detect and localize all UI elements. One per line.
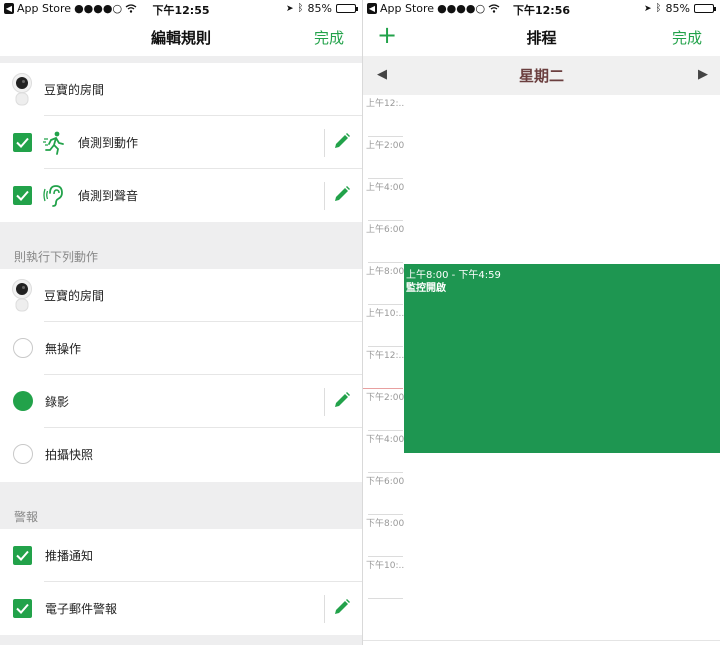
schedule-event[interactable]: 上午8:00 - 下午4:59 監控開啟 [404,264,720,453]
hour-label: 下午12:.. [366,351,405,361]
hour-line [368,220,403,221]
motion-running-icon [43,131,64,155]
location-icon: ➤ [644,3,652,14]
done-button[interactable]: 完成 [672,27,702,48]
option-record-row[interactable]: 錄影 [0,375,362,428]
push-notification-row[interactable]: 推播通知 [0,529,362,582]
status-bar: ◀ App Store ●●●●○ 下午12:55 ➤ ᛒ 85% [0,0,362,18]
hour-line [368,514,403,515]
hour-line [368,304,403,305]
divider [324,182,325,210]
hour-label: 下午10:.. [366,561,405,571]
event-name: 監控開啟 [406,283,446,294]
hour-line [368,346,403,347]
hour-label: 下午8:00 [366,519,405,529]
actions-section-title: 則執行下列動作 [14,250,99,264]
trigger-sound-row[interactable]: 偵測到聲音 [0,169,362,222]
pencil-icon[interactable] [332,597,352,617]
option-snapshot-row[interactable]: 拍攝快照 [0,428,362,481]
push-notification-label: 推播通知 [45,549,94,563]
current-time-line [363,388,403,389]
pencil-icon[interactable] [332,390,352,410]
hour-label: 上午10:.. [366,309,405,319]
hour-line [368,178,403,179]
email-alert-checkbox[interactable] [13,599,32,618]
section-header: 警報 [0,482,362,529]
edit-rule-screen: ◀ App Store ●●●●○ 下午12:55 ➤ ᛒ 85% 編輯規則 完… [0,0,362,645]
navigation-bar: + 排程 完成 [363,18,720,56]
action-device-name: 豆寶的房間 [44,289,105,303]
done-button[interactable]: 完成 [314,27,344,48]
battery-icon [336,4,358,13]
section-spacer [0,56,362,63]
hour-label: 上午2:00 [366,141,405,151]
option-no-action-row[interactable]: 無操作 [0,322,362,375]
checkmark-icon [16,603,29,614]
divider [324,595,325,623]
hour-label: 上午4:00 [366,183,405,193]
hour-label: 下午4:00 [366,435,405,445]
hour-line [368,472,403,473]
section-spacer [0,635,362,645]
snapshot-label: 拍攝快照 [45,448,94,462]
hour-line [368,430,403,431]
hour-label: 上午12:.. [366,99,405,109]
record-radio[interactable] [13,391,33,411]
hour-label: 下午2:00 [366,393,405,403]
sound-label: 偵測到聲音 [78,189,139,203]
divider [363,640,720,641]
divider [324,129,325,157]
battery-percent: 85% [307,2,332,15]
email-alert-label: 電子郵件警報 [45,602,118,616]
no-action-radio[interactable] [13,338,33,358]
page-title: 編輯規則 [150,29,211,47]
trigger-motion-row[interactable]: 偵測到動作 [0,116,362,169]
bluetooth-icon: ᛒ [655,3,662,14]
motion-label: 偵測到動作 [78,136,139,150]
sound-checkbox[interactable] [13,186,32,205]
action-device-row: 豆寶的房間 [0,269,362,322]
hour-line [368,262,403,263]
battery-icon [694,4,716,13]
snapshot-radio[interactable] [13,444,33,464]
day-title: 星期二 [518,67,564,85]
bluetooth-icon: ᛒ [297,3,304,14]
alerts-section-title: 警報 [14,510,39,524]
status-bar: ◀ App Store ●●●●○ 下午12:56 ➤ ᛒ 85% [363,0,720,18]
trigger-device-name: 豆寶的房間 [44,83,105,97]
hour-label: 下午6:00 [366,477,405,487]
email-alert-row[interactable]: 電子郵件警報 [0,582,362,635]
checkmark-icon [16,550,29,561]
battery-percent: 85% [665,2,690,15]
trigger-device-row: 豆寶的房間 [0,63,362,116]
camera-icon [12,73,32,106]
hour-line [368,556,403,557]
checkmark-icon [16,137,29,148]
schedule-screen: ◀ App Store ●●●●○ 下午12:56 ➤ ᛒ 85% + 排程 完… [363,0,720,645]
hour-line [368,136,403,137]
hour-line [368,598,403,599]
navigation-bar: 編輯規則 完成 [0,18,362,56]
section-header: 則執行下列動作 [0,222,362,269]
pencil-icon[interactable] [332,184,352,204]
next-day-button[interactable]: ▶ [698,67,708,82]
camera-icon [12,279,32,312]
pencil-icon[interactable] [332,131,352,151]
page-title: 排程 [526,29,557,47]
checkmark-icon [16,190,29,201]
hour-label: 上午8:00 [366,267,405,277]
day-navigator: ◀ 星期二 ▶ [363,56,720,95]
motion-checkbox[interactable] [13,133,32,152]
hour-label: 上午6:00 [366,225,405,235]
sound-ear-icon [43,185,63,207]
record-label: 錄影 [45,395,70,409]
push-notification-checkbox[interactable] [13,546,32,565]
divider [324,388,325,416]
location-icon: ➤ [286,3,294,14]
no-action-label: 無操作 [45,342,82,356]
